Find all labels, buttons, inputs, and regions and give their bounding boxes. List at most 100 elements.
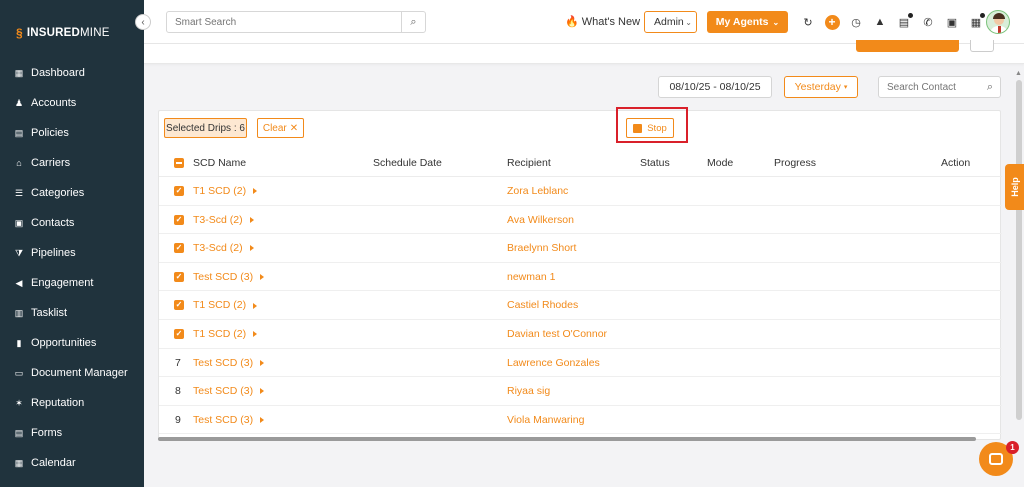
- primary-action-button[interactable]: [856, 40, 959, 52]
- chip-icon[interactable]: ▣: [940, 13, 964, 31]
- expand-caret-icon[interactable]: [260, 274, 265, 280]
- sidebar-item-document-manager[interactable]: ▭ Document Manager: [0, 358, 144, 388]
- bell-icon[interactable]: ▲: [868, 13, 892, 31]
- smart-search-input[interactable]: [167, 12, 401, 32]
- period-dropdown[interactable]: Yesterday ▾: [784, 76, 858, 98]
- whats-new-link[interactable]: 🔥 What's New: [565, 15, 640, 29]
- scd-name-link[interactable]: Test SCD (3): [193, 271, 265, 283]
- my-agents-label: My Agents: [715, 16, 769, 28]
- recipient-link[interactable]: Ava Wilkerson: [507, 214, 574, 226]
- sidebar-item-label: Engagement: [31, 277, 94, 289]
- stop-icon: [633, 123, 643, 133]
- brand-logo[interactable]: § INSURED MINE: [16, 26, 110, 40]
- expand-caret-icon[interactable]: [249, 216, 254, 223]
- sidebar-item-tasklist[interactable]: ▥ Tasklist: [0, 298, 144, 328]
- recipient-link[interactable]: Zora Leblanc: [507, 185, 568, 197]
- recipient-link[interactable]: newman 1: [507, 271, 555, 283]
- admin-select[interactable]: Admin ⌄: [644, 11, 697, 33]
- chevron-left-icon[interactable]: ‹: [135, 14, 151, 30]
- search-icon[interactable]: ⌕: [980, 81, 1000, 94]
- recipient-link[interactable]: Viola Manwaring: [507, 414, 584, 426]
- table-row: ✓ Test SCD (3) newman 1: [159, 263, 1002, 292]
- recipient-link[interactable]: Castiel Rhodes: [507, 299, 578, 311]
- column-header[interactable]: Recipient: [507, 157, 551, 169]
- phone-icon[interactable]: ✆: [916, 13, 940, 31]
- scd-name-link[interactable]: T3-Scd (2): [193, 242, 254, 254]
- sidebar-item-label: Opportunities: [31, 337, 97, 349]
- sidebar-item-policies[interactable]: ▤ Policies: [0, 118, 144, 148]
- folder-icon: ▭: [14, 367, 24, 378]
- scd-name-link[interactable]: Test SCD (3): [193, 414, 265, 426]
- recipient-link[interactable]: Braelynn Short: [507, 242, 576, 254]
- scd-name-link[interactable]: T1 SCD (2): [193, 185, 258, 197]
- column-header[interactable]: Action: [941, 157, 970, 169]
- expand-caret-icon[interactable]: [253, 331, 258, 338]
- categories-icon: ☰: [14, 187, 24, 198]
- sidebar-item-calendar[interactable]: ▦ Calendar: [0, 448, 144, 478]
- scd-name-link[interactable]: T1 SCD (2): [193, 328, 258, 340]
- sidebar-item-categories[interactable]: ☰ Categories: [0, 178, 144, 208]
- expand-caret-icon[interactable]: [260, 359, 265, 366]
- table-row: ✓ T1 SCD (2) Castiel Rhodes: [159, 291, 1002, 320]
- document-icon[interactable]: ▦: [964, 13, 988, 31]
- row-checkbox[interactable]: ✓: [174, 300, 184, 311]
- scd-name-text: T3-Scd (2): [193, 213, 243, 226]
- sidebar-item-opportunities[interactable]: ▮ Opportunities: [0, 328, 144, 358]
- recipient-link[interactable]: Riyaa sig: [507, 385, 550, 397]
- column-header[interactable]: SCD Name: [193, 157, 246, 169]
- expand-caret-icon[interactable]: [260, 388, 265, 395]
- sidebar-item-forms[interactable]: ▤ Forms: [0, 418, 144, 448]
- scd-name-link[interactable]: T3-Scd (2): [193, 214, 254, 226]
- secondary-action-button[interactable]: [970, 40, 994, 52]
- close-icon: ✕: [289, 122, 299, 134]
- avatar[interactable]: [986, 10, 1010, 34]
- column-header[interactable]: Mode: [707, 157, 733, 169]
- expand-caret-icon[interactable]: [249, 245, 254, 252]
- sidebar-item-dashboard[interactable]: ▦ Dashboard: [0, 58, 144, 88]
- scd-name-link[interactable]: Test SCD (3): [193, 385, 265, 397]
- expand-caret-icon[interactable]: [253, 302, 258, 309]
- add-icon[interactable]: +: [820, 13, 844, 31]
- table-header: SCD Name Schedule Date Recipient Status …: [159, 149, 1002, 177]
- scd-name-text: T1 SCD (2): [193, 299, 247, 312]
- recipient-link[interactable]: Davian test O'Connor: [507, 328, 607, 340]
- row-checkbox[interactable]: ✓: [174, 243, 184, 254]
- clear-button[interactable]: Clear ✕: [257, 118, 304, 138]
- sidebar-item-contacts[interactable]: ▣ Contacts: [0, 208, 144, 238]
- recipient-link[interactable]: Lawrence Gonzales: [507, 357, 600, 369]
- column-header[interactable]: Schedule Date: [373, 157, 442, 169]
- sidebar-item-carriers[interactable]: ⌂ Carriers: [0, 148, 144, 178]
- contact-search-input[interactable]: [879, 81, 980, 93]
- date-range-picker[interactable]: 08/10/25 - 08/10/25: [658, 76, 772, 98]
- scd-name-link[interactable]: Test SCD (3): [193, 357, 265, 369]
- stop-label: Stop: [647, 122, 667, 134]
- column-header[interactable]: Status: [640, 157, 670, 169]
- row-checkbox[interactable]: ✓: [174, 186, 184, 196]
- column-header[interactable]: Progress: [774, 157, 816, 169]
- horizontal-scrollbar[interactable]: [158, 437, 976, 441]
- vertical-scrollbar[interactable]: [1016, 80, 1022, 420]
- top-header: ⌕ 🔥 What's New Admin ⌄ My Agents ⌄ ↻ + ◷…: [144, 0, 1024, 44]
- sidebar-item-accounts[interactable]: ♟ Accounts: [0, 88, 144, 118]
- row-checkbox[interactable]: ✓: [174, 271, 184, 282]
- row-checkbox[interactable]: ✓: [174, 328, 184, 339]
- select-all-checkbox[interactable]: [174, 158, 184, 168]
- stop-button[interactable]: Stop: [626, 118, 674, 138]
- sidebar-item-pipelines[interactable]: ⧩ Pipelines: [0, 238, 144, 268]
- scroll-up-icon[interactable]: ▲: [1015, 70, 1022, 77]
- scd-name-text: T3-Scd (2): [193, 242, 243, 255]
- scd-name-link[interactable]: T1 SCD (2): [193, 299, 258, 312]
- contact-search: ⌕: [878, 76, 1001, 98]
- expand-caret-icon[interactable]: [260, 416, 265, 423]
- flame-icon: 🔥: [565, 16, 579, 28]
- notes-icon[interactable]: ▤: [892, 13, 916, 31]
- help-tab[interactable]: Help: [1005, 164, 1024, 210]
- expand-caret-icon[interactable]: [253, 188, 258, 195]
- row-checkbox[interactable]: ✓: [174, 214, 184, 225]
- refresh-icon[interactable]: ↻: [796, 13, 820, 31]
- sidebar-item-reputation[interactable]: ✶ Reputation: [0, 388, 144, 418]
- my-agents-button[interactable]: My Agents ⌄: [707, 11, 788, 33]
- search-icon[interactable]: ⌕: [401, 12, 425, 32]
- clock-icon[interactable]: ◷: [844, 13, 868, 31]
- sidebar-item-engagement[interactable]: ◀ Engagement: [0, 268, 144, 298]
